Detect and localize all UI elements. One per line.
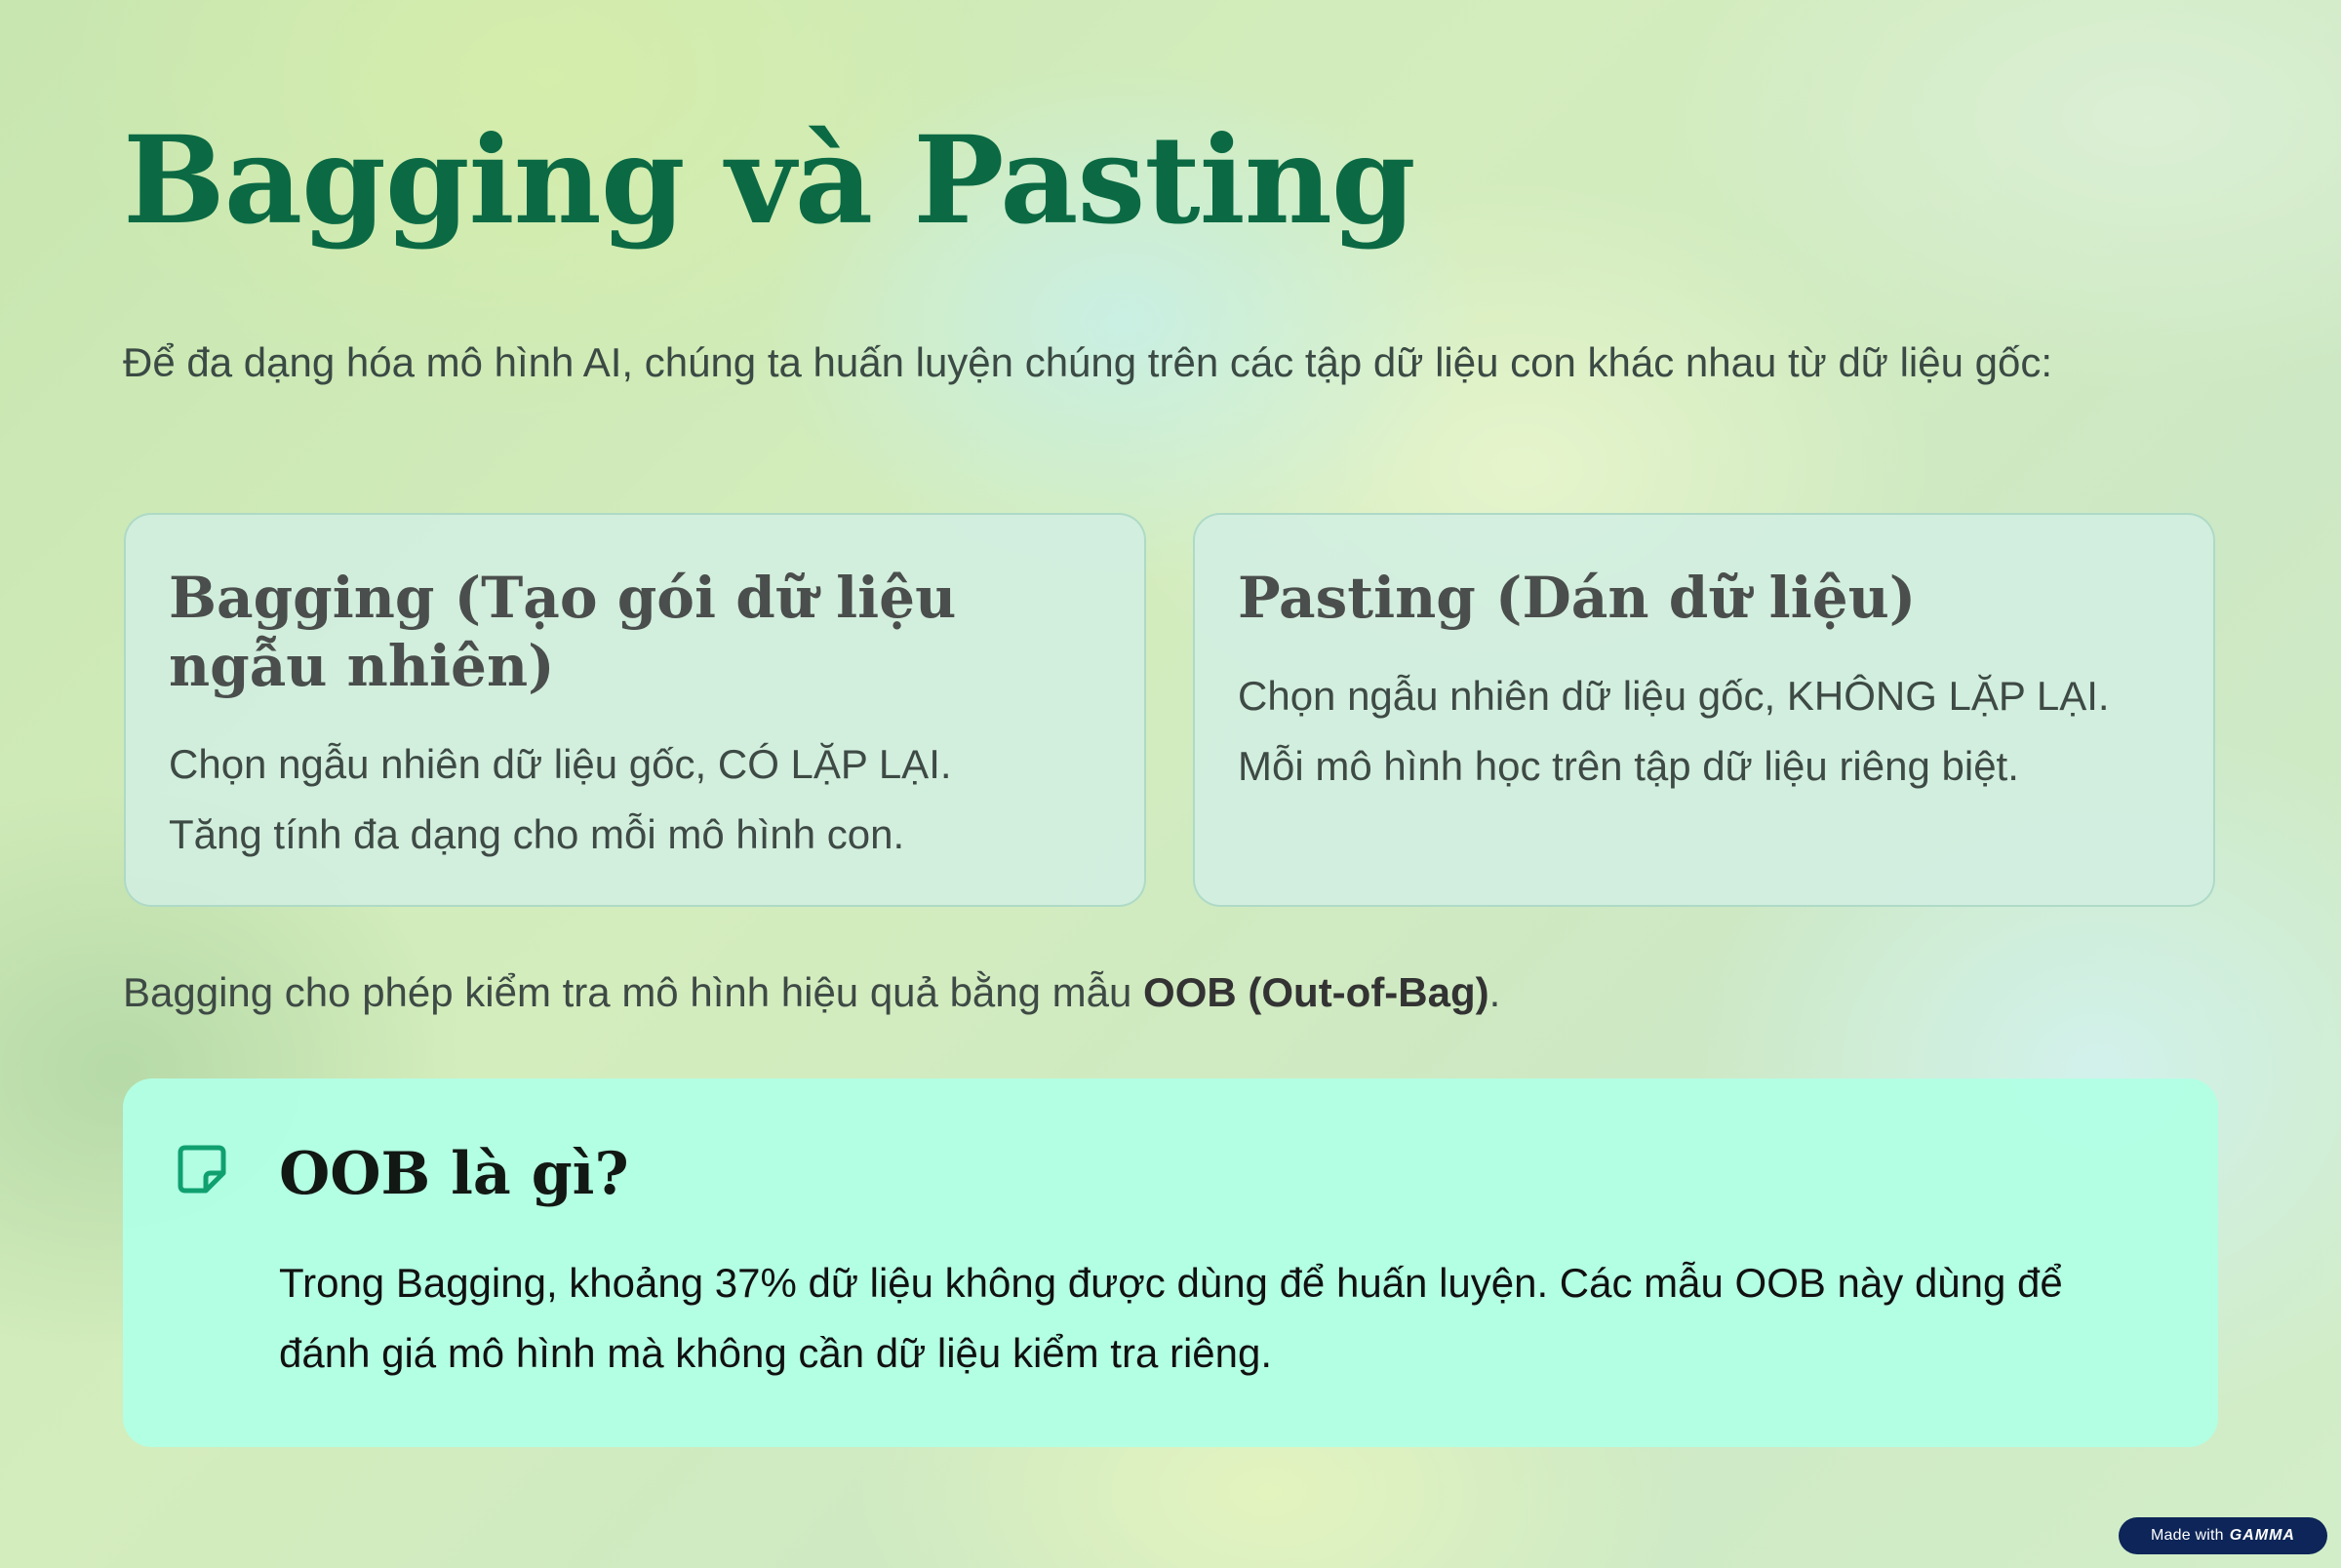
pasting-card: Pasting (Dán dữ liệu) Chọn ngẫu nhiên dữ… [1193, 513, 2215, 907]
bagging-card-line-2: Tăng tính đa dạng cho mỗi mô hình con. [169, 811, 905, 857]
oob-note: Bagging cho phép kiểm tra mô hình hiệu q… [123, 963, 1500, 1022]
slide-title: Bagging và Pasting [123, 110, 1416, 252]
oob-note-bold: OOB (Out-of-Bag) [1143, 969, 1489, 1015]
badge-prefix: Made with [2151, 1527, 2224, 1544]
gamma-logo: GAMMA [2229, 1527, 2295, 1544]
slide: Bagging và Pasting Để đa dạng hóa mô hìn… [0, 0, 2341, 1568]
oob-note-period: . [1488, 969, 1501, 1015]
callout-title: OOB là gì? [279, 1140, 629, 1208]
callout-body: Trong Bagging, khoảng 37% dữ liệu không … [279, 1260, 2063, 1376]
bagging-card-title: Bagging (Tạo gói dữ liệu ngẫu nhiên) [169, 565, 957, 699]
oob-note-text: Bagging cho phép kiểm tra mô hình hiệu q… [123, 969, 1144, 1015]
bagging-card-line-1: Chọn ngẫu nhiên dữ liệu gốc, CÓ LẶP LẠI. [169, 741, 952, 787]
pasting-card-line-2: Mỗi mô hình học trên tập dữ liệu riêng b… [1238, 743, 2019, 789]
pasting-card-line-1: Chọn ngẫu nhiên dữ liệu gốc, KHÔNG LẶP L… [1238, 673, 2110, 719]
sticky-note-icon [176, 1143, 228, 1196]
pasting-card-title: Pasting (Dán dữ liệu) [1238, 565, 1917, 631]
oob-callout: OOB là gì? Trong Bagging, khoảng 37% dữ … [123, 1078, 2218, 1447]
intro-text: Để đa dạng hóa mô hình AI, chúng ta huấn… [123, 339, 2053, 385]
made-with-gamma-badge[interactable]: Made with GAMMA [2119, 1517, 2327, 1554]
bagging-card: Bagging (Tạo gói dữ liệu ngẫu nhiên) Chọ… [124, 513, 1146, 907]
